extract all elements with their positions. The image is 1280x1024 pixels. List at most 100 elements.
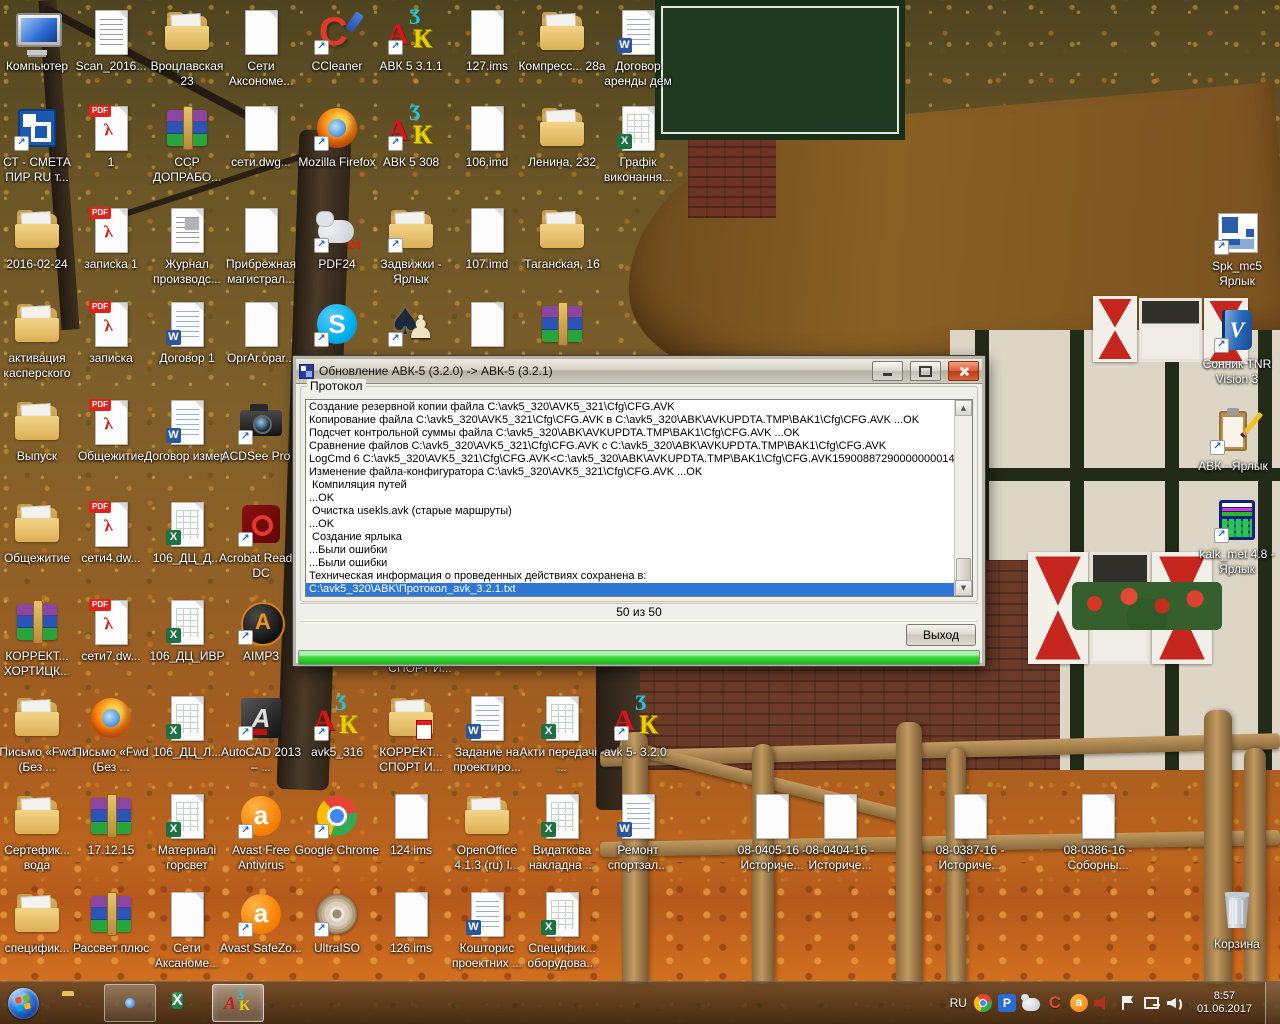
icon-decoration: PDF (89, 207, 111, 219)
log-line[interactable]: Создание ярлыка (306, 531, 955, 544)
icon-decoration (540, 122, 584, 146)
shortcut-arrow-icon: ↗ (314, 922, 329, 937)
pdf-icon: PDFλ (87, 300, 135, 348)
log-line[interactable]: Копирование файла C:\avk5_320\AVK5_321\C… (306, 414, 955, 427)
desktop-icon-pdf-10[interactable]: PDFλ1 (67, 104, 155, 170)
desktop-icon-firefox-51[interactable]: Письмо «Fwd (Без ... (67, 694, 155, 775)
doc-icon (1074, 792, 1122, 840)
desktop-icon-pdf-28[interactable]: PDFλзаписка (67, 300, 155, 366)
desktop-icon-label: сети7.dw... (67, 649, 155, 664)
desktop-icon-folder-23[interactable]: ↗Задвижки - Ярлык (367, 206, 455, 287)
vertical-scrollbar[interactable]: ▲ ▼ (954, 400, 972, 596)
desktop-icon-avast-62[interactable]: a↗Avast Free Antivirus (217, 792, 305, 873)
taskbar-button-windows-explorer[interactable] (50, 984, 102, 1022)
shortcut-arrow-icon: ↗ (238, 922, 253, 937)
desktop-icon-doc-77[interactable]: 126.ims (367, 890, 455, 956)
log-line[interactable]: Изменение файла-конфигуратора C:\avk5_32… (306, 466, 955, 479)
desktop-icon-rar-60[interactable]: 17.12.15 (67, 792, 155, 858)
desktop-icon-pdf-42[interactable]: PDFλсети4.dw... (67, 500, 155, 566)
desktop-icon-label: 126.ims (367, 941, 455, 956)
pdf24-icon[interactable] (1022, 998, 1040, 1011)
icon-decoration (15, 224, 59, 248)
desktop-icon-recycle-80[interactable]: Корзина (1193, 886, 1280, 952)
icon-decoration: PDF (89, 501, 111, 513)
shortcut-arrow-icon: ↗ (314, 238, 329, 253)
close-button[interactable] (948, 361, 979, 381)
log-line[interactable]: ...OK (306, 492, 955, 505)
desktop-icon-doc-12[interactable]: сети.dwg... (217, 104, 305, 170)
log-line[interactable]: LogCmd 6 C:\avk5_320\AVK5_321\Cfg\CFG.AV… (306, 453, 955, 466)
desktop-icon-chess-32[interactable]: ♠♟↗ (367, 300, 455, 351)
log-line[interactable]: Подсчет контрольной суммы файла C:\avk5_… (306, 427, 955, 440)
exit-button[interactable]: Выход (906, 624, 976, 646)
desktop-icon-autocad-53[interactable]: A↗AutoCAD 2013 – ... (217, 694, 305, 775)
icon-decoration: PDF (89, 399, 111, 411)
taskbar-button-firefox[interactable] (104, 984, 156, 1022)
desktop-icon-calc-45[interactable]: ↗kalk_met 4.8 - Ярлык (1193, 496, 1280, 577)
network-icon[interactable] (1142, 994, 1160, 1012)
minimize-button[interactable] (872, 361, 903, 381)
log-line[interactable]: ...OK (306, 518, 955, 531)
desktop-icon-word-8[interactable]: WДоговор аренды дем (594, 8, 682, 89)
desktop-icon-folder-25[interactable]: Таганская, 16 (518, 206, 606, 272)
taskbar-clock[interactable]: 8:57 01.06.2017 (1191, 990, 1258, 1016)
language-indicator[interactable]: RU (950, 996, 967, 1010)
desktop-icon-folder-16[interactable]: Ленина, 232 (518, 104, 606, 170)
avast-icon[interactable]: a (1070, 994, 1088, 1012)
taskbar-button-excel[interactable]: X (158, 984, 210, 1022)
log-line[interactable]: Техническая информация о проведенных дей… (306, 570, 955, 583)
desktop-icon-avk-5[interactable]: АӠК↗АВК 5 3.1.1 (367, 8, 455, 74)
desktop-icon-avast-75[interactable]: a↗Avast SafeZo... (217, 890, 305, 956)
desktop-icon-doc-64[interactable]: 124.ims (367, 792, 455, 858)
scroll-up-button[interactable]: ▲ (955, 400, 972, 416)
start-button[interactable] (8, 988, 39, 1019)
desktop-icon-doc-3[interactable]: Сети Аксономе... (217, 8, 305, 89)
log-line[interactable]: Сравнение файлов C:\avk5_320\AVK5_321\Cf… (306, 440, 955, 453)
protocol-listbox[interactable]: Создание резервной копии файла C:\avk5_3… (305, 399, 973, 597)
log-line[interactable]: ...Были ошибки (306, 557, 955, 570)
log-line[interactable]: Очистка usekls.avk (старые маршруты) (306, 505, 955, 518)
aimp-icon[interactable] (1094, 994, 1112, 1012)
desktop-icon-excel-66[interactable]: XВидаткова накладна ... (518, 792, 606, 873)
taskbar-button-avk[interactable]: АӠК (212, 984, 264, 1022)
desktop-icon-clipboard-40[interactable]: ↗АВК - Ярлык (1189, 408, 1277, 474)
desktop-icon-avk-14[interactable]: АӠК↗АВК 5 308 (367, 104, 455, 170)
log-line[interactable]: Создание резервной копии файла C:\avk5_3… (306, 401, 955, 414)
dialog-titlebar[interactable]: Обновление АВК-5 (3.2.0) -> АВК-5 (3.2.1… (296, 359, 982, 384)
desktop-icon-doc-71[interactable]: 08-0386-16 - Соборны... (1054, 792, 1142, 873)
shortcut-arrow-icon: ↗ (388, 332, 403, 347)
maximize-button[interactable] (910, 361, 941, 381)
icon-decoration: К (639, 710, 658, 740)
icon-decoration: W (166, 330, 181, 345)
desktop-icon-scan-1[interactable]: Scan_2016... (67, 8, 155, 74)
avk-update-dialog[interactable]: Обновление АВК-5 (3.2.0) -> АВК-5 (3.2.1… (292, 355, 986, 667)
log-line[interactable]: ...Были ошибки (306, 544, 955, 557)
folder-icon (13, 300, 61, 348)
action-center-flag-icon[interactable] (1118, 994, 1136, 1012)
desktop-icon-rar-73[interactable]: Рассвет плюс (67, 890, 155, 956)
show-desktop-button[interactable] (1265, 982, 1280, 1024)
desktop-icon-spk-26[interactable]: ↗Spk_mc5 Ярлык (1193, 208, 1280, 289)
desktop-icon-doc-21[interactable]: Прибрежная магистрал... (217, 206, 305, 287)
desktop-icon-word-67[interactable]: WРемонт спортзал... (594, 792, 682, 873)
desktop-icon-rar-34[interactable] (518, 300, 606, 351)
desktop-icon-folderpdf-55[interactable]: КОРРЕКТ... СПОРТ И... (367, 694, 455, 775)
blue-p-icon[interactable]: P (998, 994, 1016, 1012)
desktop-icon-sonnik-35[interactable]: V↗Сонник TNR Vision 3 (1193, 306, 1280, 387)
volume-icon[interactable] (1166, 994, 1184, 1012)
desktop-icon-pdf-19[interactable]: PDFλзаписка 1 (67, 206, 155, 272)
desktop-icon-pdf-47[interactable]: PDFλсети7.dw... (67, 598, 155, 664)
desktop-icon-doc-69[interactable]: 08-0404-16 - Историче... (796, 792, 884, 873)
ccleaner-icon[interactable]: C (1046, 994, 1064, 1012)
scroll-down-button[interactable]: ▼ (955, 580, 972, 596)
log-line-selected[interactable]: C:\avk5_320\ABK\Протокол_avk_3.2.1.txt (306, 583, 955, 596)
desktop-icon-doc-70[interactable]: 08-0387-16 - Историче... (926, 792, 1014, 873)
desktop-icon-label: Корзина (1193, 937, 1280, 952)
desktop-icon-excel-79[interactable]: XСпецифик... оборудова... (518, 890, 606, 971)
desktop-icon-folder-7[interactable]: Компресс... 28а (518, 8, 606, 74)
desktop-icon-avk-58[interactable]: АӠК↗avk 5- 3.2.0. (593, 694, 681, 760)
desktop-icon-excel-17[interactable]: XГрафік виконання... (594, 104, 682, 185)
log-line[interactable]: Компиляция путей (306, 479, 955, 492)
desktop-icon-pdf-37[interactable]: PDFλОбщежитие (67, 398, 155, 464)
chrome-icon[interactable] (974, 994, 992, 1012)
